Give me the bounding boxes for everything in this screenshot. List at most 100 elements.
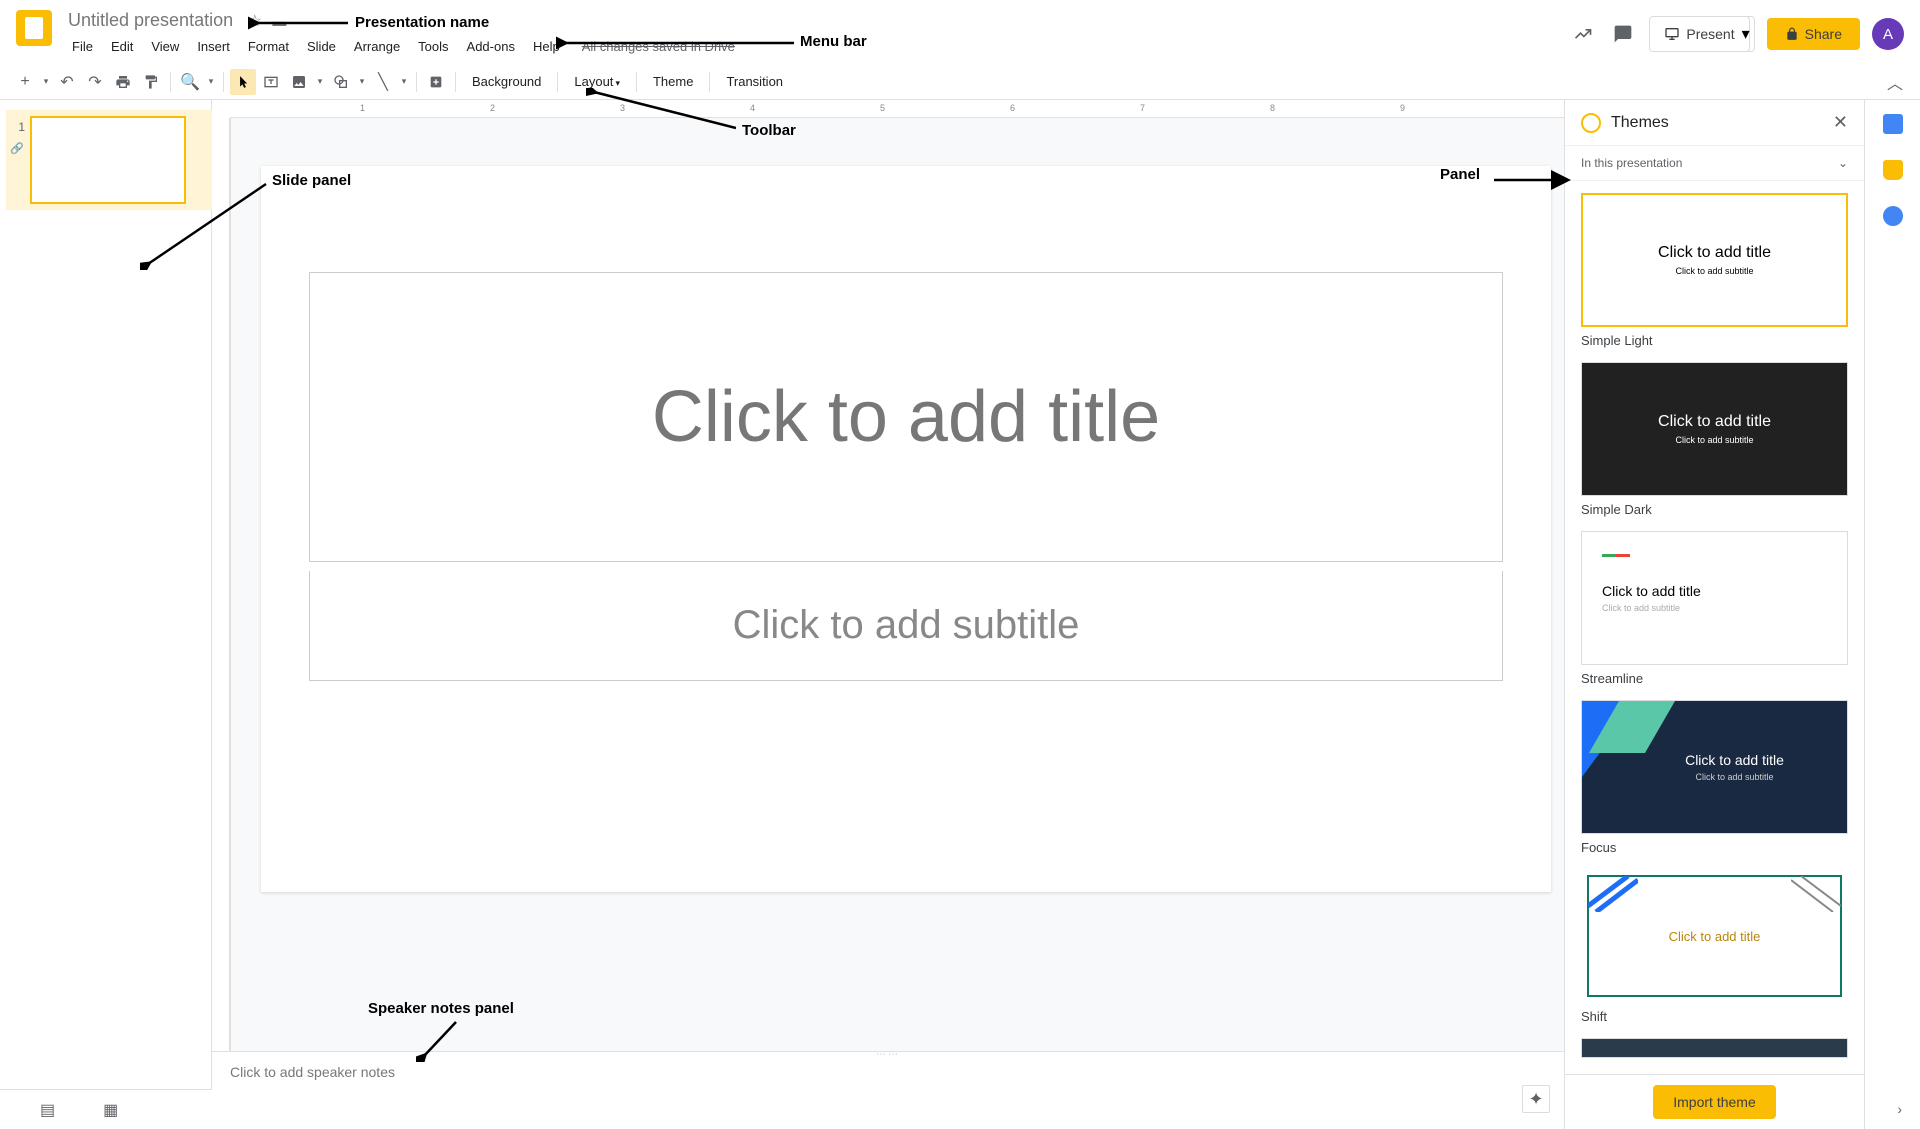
themes-panel: Themes ✕ In this presentation ⌄ Click to… [1564, 100, 1864, 1129]
header: Untitled presentation ☆ ▬ File Edit View… [0, 0, 1920, 64]
theme-preview-focus[interactable]: Click to add title Click to add subtitle [1581, 700, 1848, 834]
save-status: All changes saved in Drive [582, 35, 735, 58]
ruler-vertical [212, 118, 230, 1129]
main: 1 🔗 1 2 3 4 5 6 7 8 9 Click to add title [0, 100, 1920, 1129]
filmstrip-view-icon[interactable]: ▤ [40, 1100, 55, 1120]
image-dropdown[interactable]: ▾ [314, 69, 326, 95]
theme-button[interactable]: Theme [643, 70, 703, 93]
speaker-notes-placeholder: Click to add speaker notes [230, 1064, 395, 1080]
themes-scope-dropdown[interactable]: In this presentation ⌄ [1565, 146, 1864, 181]
menu-file[interactable]: File [64, 35, 101, 58]
image-tool[interactable] [286, 69, 312, 95]
comments-icon[interactable] [1609, 20, 1637, 48]
side-rail-collapse[interactable]: › [1897, 1101, 1902, 1117]
share-button[interactable]: Share [1767, 18, 1860, 50]
slides-logo[interactable] [16, 10, 52, 46]
link-icon: 🔗 [10, 142, 24, 155]
undo-button[interactable]: ↶ [54, 69, 80, 95]
textbox-tool[interactable] [258, 69, 284, 95]
comment-button[interactable] [423, 69, 449, 95]
background-button[interactable]: Background [462, 70, 551, 93]
menu-addons[interactable]: Add-ons [459, 35, 523, 58]
menu-slide[interactable]: Slide [299, 35, 344, 58]
present-dropdown[interactable]: ▾ [1738, 16, 1755, 52]
menu-format[interactable]: Format [240, 35, 297, 58]
theme-item: Click to add title Click to add subtitle… [1581, 193, 1848, 348]
theme-preview-streamline[interactable]: Click to add title Click to add subtitle [1581, 531, 1848, 665]
explore-button[interactable]: ✦ [1522, 1085, 1550, 1113]
slide-thumb-row: 1 🔗 [10, 116, 210, 204]
slide-thumbnail[interactable] [30, 116, 186, 204]
keep-icon[interactable] [1883, 160, 1903, 180]
present-label: Present [1686, 26, 1734, 42]
transition-button[interactable]: Transition [716, 70, 793, 93]
present-button[interactable]: Present [1649, 16, 1749, 52]
theme-item: Click to add title Click to add subtitle… [1581, 531, 1848, 686]
bottom-bar: ▤ ▦ [0, 1089, 212, 1129]
theme-item [1581, 1038, 1848, 1058]
line-tool[interactable]: ╲ [370, 69, 396, 95]
activity-icon[interactable] [1569, 20, 1597, 48]
share-label: Share [1805, 26, 1842, 42]
redo-button[interactable]: ↷ [82, 69, 108, 95]
print-button[interactable] [110, 69, 136, 95]
menu-tools[interactable]: Tools [410, 35, 456, 58]
themes-scope-label: In this presentation [1581, 156, 1682, 170]
theme-preview-shift[interactable]: Click to add title [1581, 869, 1848, 1003]
slide-panel: 1 🔗 [0, 100, 212, 1129]
theme-item: Click to add title Click to add subtitle… [1581, 362, 1848, 517]
title-placeholder-box[interactable]: Click to add title [309, 272, 1503, 562]
avatar[interactable]: A [1872, 18, 1904, 50]
notes-resize-handle[interactable]: ⋯⋯ [873, 1049, 903, 1055]
layout-button[interactable]: Layout▾ [564, 70, 630, 93]
import-theme-button[interactable]: Import theme [1653, 1085, 1775, 1119]
select-tool[interactable] [230, 69, 256, 95]
star-icon[interactable]: ☆ [248, 13, 262, 30]
menu-help[interactable]: Help [525, 35, 568, 58]
theme-name: Focus [1581, 840, 1848, 855]
toolbar-collapse[interactable]: ︿ [1882, 69, 1908, 95]
menu-view[interactable]: View [143, 35, 187, 58]
doc-title[interactable]: Untitled presentation [64, 8, 237, 33]
title-placeholder: Click to add title [652, 376, 1160, 458]
menu-arrange[interactable]: Arrange [346, 35, 408, 58]
zoom-button[interactable]: 🔍 [177, 69, 203, 95]
slide-canvas[interactable]: Click to add title Click to add subtitle [261, 166, 1551, 892]
new-slide-dropdown[interactable]: ▾ [40, 69, 52, 95]
grid-view-icon[interactable]: ▦ [103, 1100, 118, 1120]
theme-preview-simple-light[interactable]: Click to add title Click to add subtitle [1581, 193, 1848, 327]
themes-header: Themes ✕ [1565, 100, 1864, 146]
theme-preview-simple-dark[interactable]: Click to add title Click to add subtitle [1581, 362, 1848, 496]
themes-title: Themes [1611, 114, 1823, 132]
zoom-dropdown[interactable]: ▾ [205, 69, 217, 95]
menu-bar: File Edit View Insert Format Slide Arran… [64, 35, 1569, 58]
subtitle-placeholder-box[interactable]: Click to add subtitle [309, 571, 1503, 681]
palette-icon [1581, 113, 1601, 133]
shape-tool[interactable] [328, 69, 354, 95]
header-right: Present ▾ Share A [1569, 16, 1904, 52]
paint-format-button[interactable] [138, 69, 164, 95]
themes-list[interactable]: Click to add title Click to add subtitle… [1565, 181, 1864, 1074]
canvas-area: 1 2 3 4 5 6 7 8 9 Click to add title Cli… [212, 100, 1564, 1129]
close-icon[interactable]: ✕ [1833, 112, 1848, 133]
side-rail [1864, 100, 1920, 1129]
theme-item: Click to add title Click to add subtitle… [1581, 700, 1848, 855]
shape-dropdown[interactable]: ▾ [356, 69, 368, 95]
title-area: Untitled presentation ☆ ▬ File Edit View… [64, 8, 1569, 58]
canvas-scroll[interactable]: Click to add title Click to add subtitle [230, 118, 1564, 1051]
line-dropdown[interactable]: ▾ [398, 69, 410, 95]
move-icon[interactable]: ▬ [272, 13, 286, 29]
menu-edit[interactable]: Edit [103, 35, 141, 58]
calendar-icon[interactable] [1883, 114, 1903, 134]
tasks-icon[interactable] [1883, 206, 1903, 226]
theme-name: Simple Dark [1581, 502, 1848, 517]
ruler-horizontal: 1 2 3 4 5 6 7 8 9 [230, 100, 1564, 118]
new-slide-button[interactable]: + [12, 69, 38, 95]
slide-number: 1 [9, 118, 25, 134]
menu-insert[interactable]: Insert [189, 35, 238, 58]
toolbar: + ▾ ↶ ↷ 🔍 ▾ ▾ ▾ ╲ ▾ Background Layout▾ T… [0, 64, 1920, 100]
theme-preview-next[interactable] [1581, 1038, 1848, 1058]
speaker-notes[interactable]: ⋯⋯ Click to add speaker notes [212, 1051, 1564, 1129]
chevron-down-icon: ⌄ [1838, 156, 1848, 170]
subtitle-placeholder: Click to add subtitle [733, 603, 1080, 648]
